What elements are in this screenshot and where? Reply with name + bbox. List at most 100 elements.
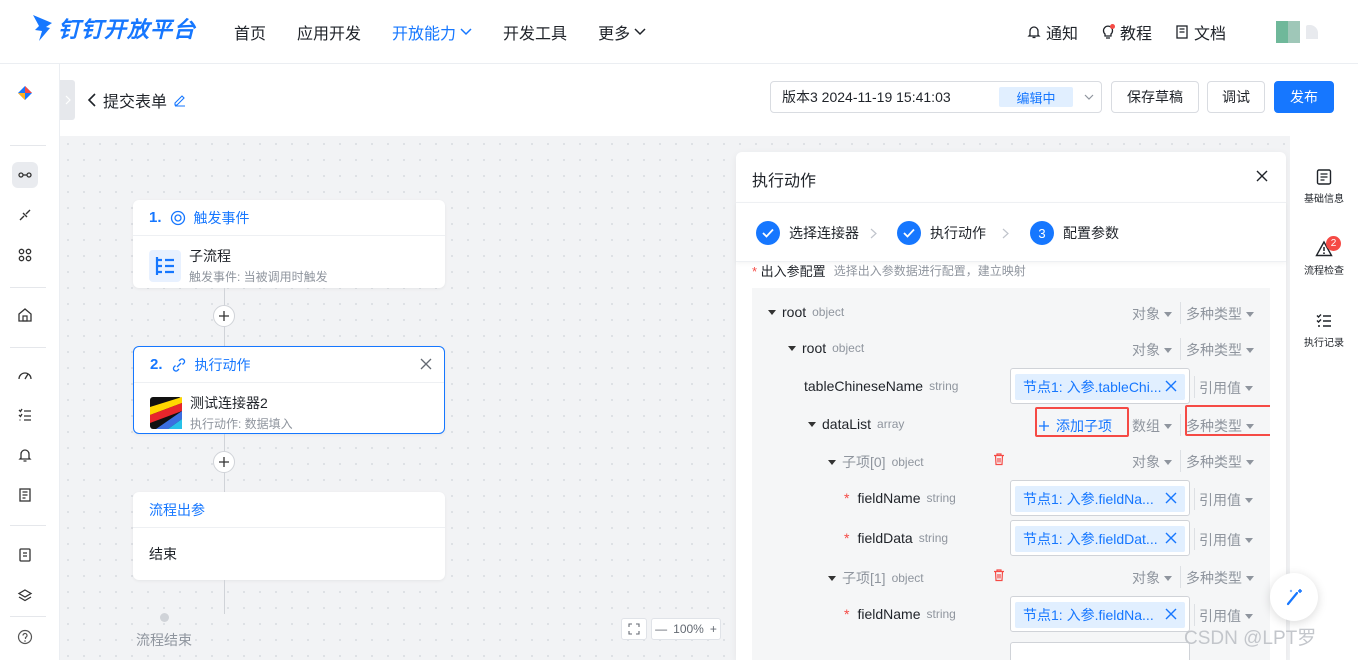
reference-tag: 节点1: 入参.fieldNa... <box>1015 486 1185 512</box>
step-indicator: 选择连接器 执行动作 3 配置参数 <box>736 202 1286 262</box>
nav-item-more[interactable]: 更多 <box>598 20 646 44</box>
zoom-controls: — 100% + <box>621 618 721 640</box>
sidebar-item-flow-check[interactable]: 2 流程检查 <box>1290 236 1358 277</box>
page-header: 提交表单 版本3 2024-11-19 15:41:03 编辑中 保存草稿 调试… <box>75 64 1358 136</box>
highlight-box <box>1185 405 1270 436</box>
sidebar-divider <box>10 616 46 617</box>
user-menu[interactable] <box>1306 25 1318 39</box>
fit-view-button[interactable] <box>621 618 647 640</box>
output-node[interactable]: 流程出参 结束 <box>133 492 445 580</box>
page-title: 提交表单 <box>103 94 168 111</box>
sidebar-item-basic-info[interactable]: 基础信息 <box>1290 168 1358 205</box>
type-dropdown[interactable]: 对象 <box>1132 452 1172 472</box>
reference-value-input[interactable]: 节点1: 入参.tableChi... <box>1010 368 1190 404</box>
zoom-stepper[interactable]: — 100% + <box>651 618 721 640</box>
nav-item-dev-tools[interactable]: 开发工具 <box>503 20 567 44</box>
logo[interactable]: 钉钉开放平台 <box>30 12 196 44</box>
status-badge: 编辑中 <box>999 87 1073 107</box>
help-icon[interactable] <box>12 624 38 650</box>
add-node-button[interactable] <box>213 305 235 327</box>
tree-row: root object 对象 多种类型 <box>752 294 1270 330</box>
delete-icon[interactable] <box>992 568 1006 582</box>
document-icon <box>1174 24 1190 40</box>
apps-grid-icon[interactable] <box>12 242 38 268</box>
avatar[interactable] <box>1276 21 1300 43</box>
flow-end-dot <box>160 613 169 622</box>
close-icon[interactable] <box>1165 532 1177 544</box>
subtype-dropdown[interactable]: 多种类型 <box>1186 304 1254 324</box>
step-select-connector[interactable]: 选择连接器 <box>756 221 859 245</box>
dashboard-icon[interactable] <box>12 362 38 388</box>
value-mode-dropdown[interactable]: 引用值 <box>1199 530 1253 550</box>
info-doc-icon <box>1315 168 1333 186</box>
docs-link[interactable]: 文档 <box>1174 20 1226 44</box>
reference-value-input[interactable]: 节点1: 入参.fieldDat... <box>1010 520 1190 556</box>
tree-row: tableChineseName string 节点1: 入参.tableChi.… <box>752 368 1270 404</box>
node-header: 流程出参 <box>133 492 445 528</box>
step-config-params[interactable]: 3 配置参数 <box>1030 221 1119 245</box>
chevron-down-icon <box>634 28 646 36</box>
flow-icon[interactable] <box>12 162 38 188</box>
count-badge: 2 <box>1326 236 1341 251</box>
caret-down-icon <box>828 575 836 581</box>
bell-icon <box>1026 24 1042 40</box>
value-mode-dropdown[interactable]: 引用值 <box>1199 490 1253 510</box>
step-execute-action[interactable]: 执行动作 <box>897 221 986 245</box>
debug-button[interactable]: 调试 <box>1207 81 1265 113</box>
notification-link[interactable]: 通知 <box>1026 20 1078 44</box>
type-dropdown[interactable]: 对象 <box>1132 568 1172 588</box>
reference-value-input[interactable]: 节点1: 入参.fieldNa... <box>1010 480 1190 516</box>
sidebar-expand-handle[interactable] <box>60 80 75 120</box>
type-dropdown[interactable]: 对象 <box>1132 304 1172 324</box>
type-dropdown[interactable]: 数组 <box>1132 416 1172 436</box>
main-nav: 首页 应用开发 开放能力 开发工具 更多 <box>234 20 677 44</box>
close-icon[interactable] <box>1165 608 1177 620</box>
nav-item-app-dev[interactable]: 应用开发 <box>297 20 361 44</box>
zoom-in-icon[interactable]: + <box>710 622 717 636</box>
section-header: * 出入参配置 选择出入参数据进行配置，建立映射 <box>752 264 1026 279</box>
ai-assistant-button[interactable] <box>1270 573 1318 621</box>
list-icon[interactable] <box>12 402 38 428</box>
param-tree: root object 对象 多种类型 root object 对象 多种类型 ta… <box>752 288 1270 660</box>
app-logo-icon[interactable] <box>12 80 38 106</box>
sidebar-divider <box>10 287 46 288</box>
subtype-dropdown[interactable]: 多种类型 <box>1186 452 1254 472</box>
version-select[interactable]: 版本3 2024-11-19 15:41:03 编辑中 <box>770 81 1102 113</box>
close-icon[interactable] <box>1256 170 1268 182</box>
trigger-node[interactable]: 1. 触发事件 子流程 触发事件: 当被调用时触发 <box>133 200 445 288</box>
top-navbar: 钉钉开放平台 首页 应用开发 开放能力 开发工具 更多 通知 教程 文档 <box>0 0 1358 64</box>
subtype-dropdown[interactable]: 多种类型 <box>1186 568 1254 588</box>
tutorial-link[interactable]: 教程 <box>1100 20 1152 44</box>
subtype-dropdown[interactable]: 多种类型 <box>1186 340 1254 360</box>
close-icon[interactable] <box>420 358 432 370</box>
tree-row: 子项[1] object 对象 多种类型 <box>752 558 1270 594</box>
node-header: 1. 触发事件 <box>133 200 445 236</box>
zoom-out-icon[interactable]: — <box>655 622 667 636</box>
tree-row: root object 对象 多种类型 <box>752 330 1270 366</box>
delete-icon[interactable] <box>992 452 1006 466</box>
bell-icon[interactable] <box>12 442 38 468</box>
chevron-left-icon <box>87 93 97 107</box>
nav-item-home[interactable]: 首页 <box>234 20 266 44</box>
layers-icon[interactable] <box>12 583 38 609</box>
save-draft-button[interactable]: 保存草稿 <box>1111 81 1199 113</box>
close-icon[interactable] <box>1165 492 1177 504</box>
edit-pencil-icon[interactable] <box>173 93 187 107</box>
back-button[interactable]: 提交表单 <box>87 88 187 112</box>
publish-button[interactable]: 发布 <box>1274 81 1334 113</box>
chevron-down-icon <box>460 28 472 36</box>
value-mode-dropdown[interactable]: 引用值 <box>1199 378 1253 398</box>
home-icon[interactable] <box>12 302 38 328</box>
sidebar-item-execution-log[interactable]: 执行记录 <box>1290 312 1358 349</box>
action-node[interactable]: 2. 执行动作 测试连接器2 执行动作: 数据填入 <box>133 346 445 434</box>
add-node-button[interactable] <box>213 451 235 473</box>
report-icon[interactable] <box>12 482 38 508</box>
form-icon[interactable] <box>12 542 38 568</box>
reference-value-input[interactable] <box>1010 642 1190 660</box>
connector-icon[interactable] <box>12 202 38 228</box>
nav-item-open-capability[interactable]: 开放能力 <box>392 20 472 44</box>
reference-value-input[interactable]: 节点1: 入参.fieldNa... <box>1010 596 1190 632</box>
close-icon[interactable] <box>1165 380 1177 392</box>
type-dropdown[interactable]: 对象 <box>1132 340 1172 360</box>
caret-down-icon <box>828 459 836 465</box>
